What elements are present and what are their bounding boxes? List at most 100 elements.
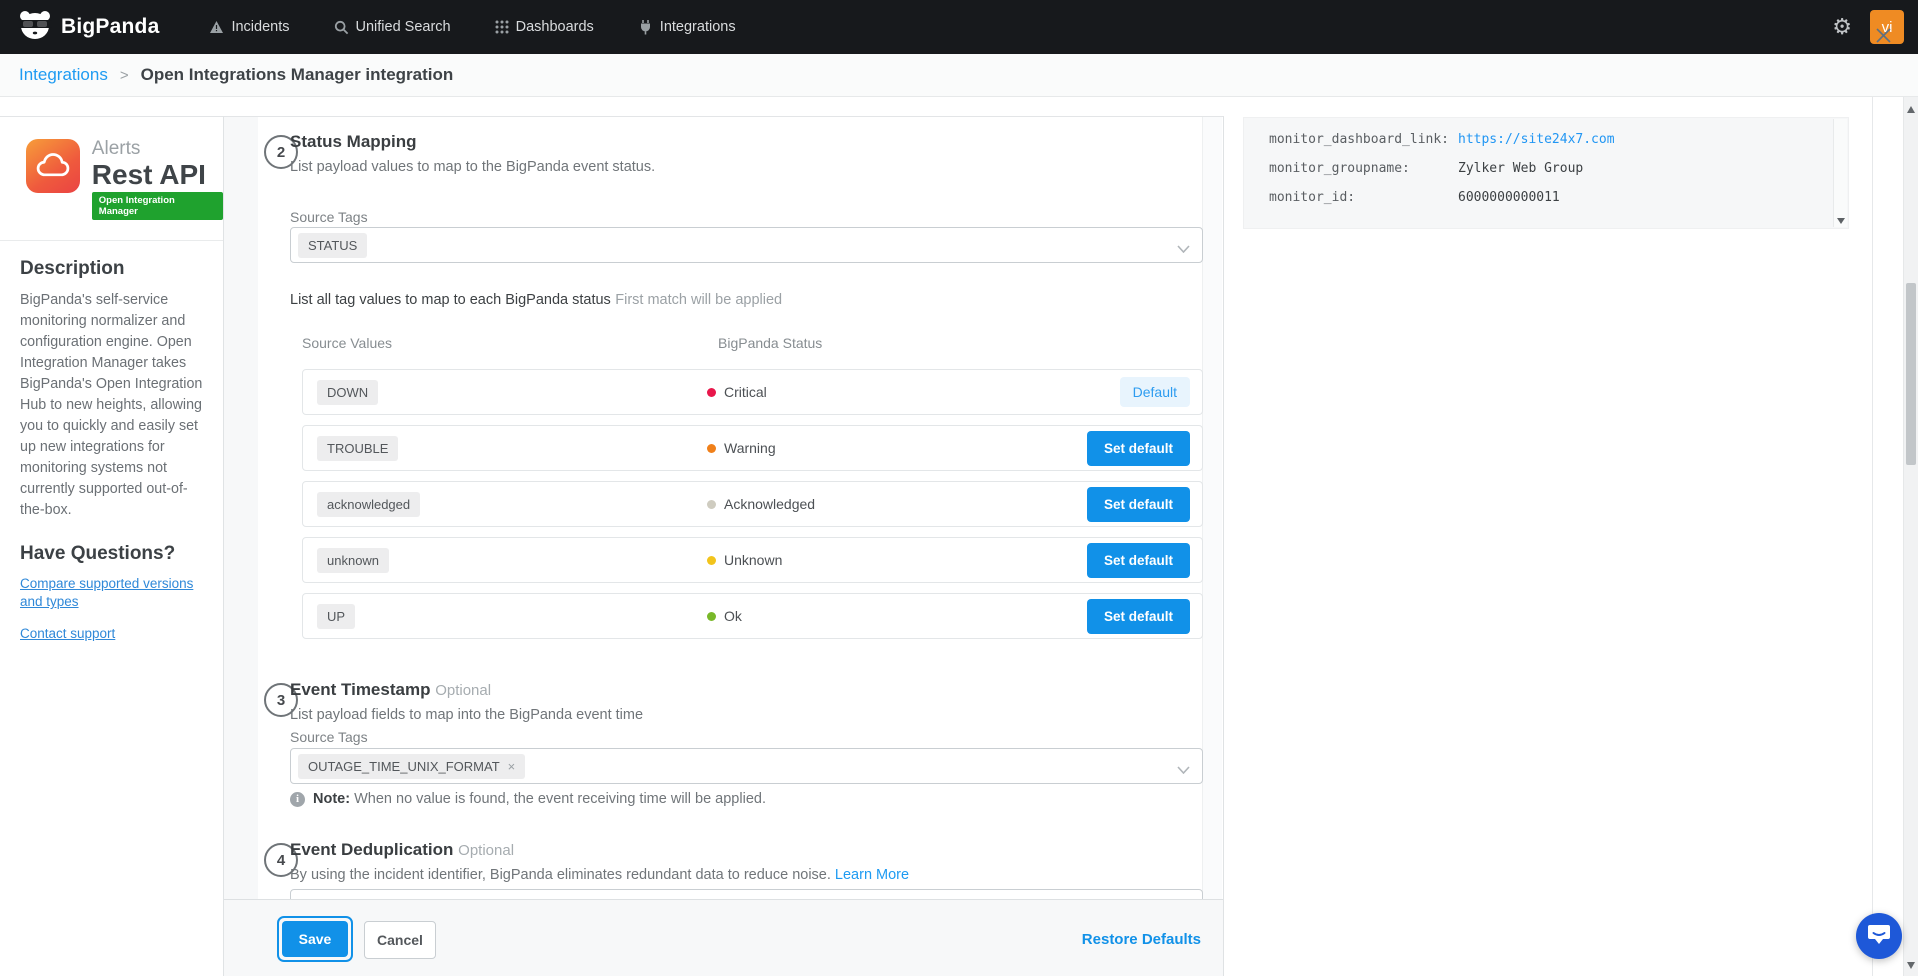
payload-value: Zylker Web Group bbox=[1458, 161, 1583, 176]
nav-item-label: Unified Search bbox=[356, 19, 451, 35]
status-dot bbox=[707, 556, 716, 565]
bigpanda-status-cell: Warning bbox=[707, 440, 776, 456]
grid-icon bbox=[495, 20, 509, 34]
logo-title: Rest API bbox=[92, 160, 223, 189]
col-source-values: Source Values bbox=[302, 335, 392, 351]
event-dedup-title: Event Deduplication Optional bbox=[290, 840, 514, 860]
status-mapping-row: acknowledged Acknowledged Set default bbox=[302, 481, 1203, 527]
gear-icon[interactable]: ⚙ bbox=[1832, 16, 1852, 38]
status-dot bbox=[707, 388, 716, 397]
status-label: Unknown bbox=[724, 552, 782, 568]
page-scrollbar[interactable] bbox=[1903, 97, 1918, 976]
restore-defaults-link[interactable]: Restore Defaults bbox=[1082, 931, 1201, 948]
brand-name: BigPanda bbox=[61, 15, 159, 39]
payload-value: 6000000000011 bbox=[1458, 190, 1560, 205]
source-value-chip[interactable]: unknown bbox=[317, 548, 389, 573]
payload-value-link[interactable]: https://site24x7.com bbox=[1458, 132, 1615, 147]
chevron-down-icon bbox=[1177, 761, 1190, 779]
timestamp-tag-chip[interactable]: OUTAGE_TIME_UNIX_FORMAT × bbox=[298, 754, 525, 779]
scroll-up-icon[interactable] bbox=[1907, 106, 1915, 113]
status-mapping-title: Status Mapping bbox=[290, 132, 417, 152]
set-default-button[interactable]: Set default bbox=[1087, 599, 1190, 634]
source-tags-label: Source Tags bbox=[290, 209, 368, 225]
default-badge[interactable]: Default bbox=[1120, 377, 1190, 407]
status-label: Acknowledged bbox=[724, 496, 815, 512]
set-default-button[interactable]: Set default bbox=[1087, 543, 1190, 578]
set-default-button[interactable]: Set default bbox=[1087, 487, 1190, 522]
optional-label: Optional bbox=[435, 682, 491, 699]
search-icon bbox=[334, 20, 349, 35]
event-timestamp-title: Event Timestamp Optional bbox=[290, 680, 491, 700]
nav-item-integrations[interactable]: Integrations bbox=[638, 19, 736, 35]
bigpanda-status-cell: Ok bbox=[707, 608, 742, 624]
panel-scroll-track[interactable] bbox=[1202, 117, 1222, 976]
event-dedup-subtitle: By using the incident identifier, BigPan… bbox=[290, 867, 909, 883]
payload-row: monitor_dashboard_link:https://site24x7.… bbox=[1269, 132, 1848, 147]
mapping-hint: List all tag values to map to each BigPa… bbox=[290, 291, 782, 309]
logo-kicker: Alerts bbox=[92, 139, 223, 160]
status-mapping-row: TROUBLE Warning Set default bbox=[302, 425, 1203, 471]
set-default-button[interactable]: Set default bbox=[1087, 431, 1190, 466]
status-tag-chip[interactable]: STATUS bbox=[298, 233, 367, 258]
logo-badge: Open Integration Manager bbox=[92, 192, 223, 220]
plug-icon bbox=[638, 19, 653, 35]
compare-versions-link[interactable]: Compare supported versions and types bbox=[20, 575, 203, 611]
status-source-tags-dropdown[interactable]: STATUS bbox=[290, 227, 1203, 263]
col-bigpanda-status: BigPanda Status bbox=[718, 335, 822, 351]
chevron-down-icon bbox=[1177, 240, 1190, 258]
payload-rows: monitor_dashboard_link:https://site24x7.… bbox=[1244, 118, 1848, 205]
info-icon: i bbox=[290, 792, 305, 807]
learn-more-link[interactable]: Learn More bbox=[835, 867, 909, 883]
nav-item-dashboards[interactable]: Dashboards bbox=[495, 19, 594, 35]
nav-item-unified-search[interactable]: Unified Search bbox=[334, 19, 451, 35]
source-value-chip[interactable]: UP bbox=[317, 604, 355, 629]
contact-support-link[interactable]: Contact support bbox=[20, 625, 203, 643]
chat-icon bbox=[1867, 923, 1891, 950]
mapping-column-headers: Source Values BigPanda Status bbox=[290, 335, 1203, 351]
timestamp-source-tags-dropdown[interactable]: OUTAGE_TIME_UNIX_FORMAT × bbox=[290, 748, 1203, 784]
status-dot bbox=[707, 612, 716, 621]
description-section: Description BigPanda's self-service moni… bbox=[0, 240, 223, 539]
cancel-button[interactable]: Cancel bbox=[364, 921, 436, 959]
page-title: Open Integrations Manager integration bbox=[141, 65, 454, 85]
breadcrumb-link-integrations[interactable]: Integrations bbox=[19, 65, 108, 85]
bigpanda-status-cell: Acknowledged bbox=[707, 496, 815, 512]
nav-item-label: Integrations bbox=[660, 19, 736, 35]
save-button[interactable]: Save bbox=[282, 921, 348, 957]
source-value-chip[interactable]: DOWN bbox=[317, 380, 378, 405]
scroll-down-icon[interactable] bbox=[1837, 218, 1845, 224]
payload-row: monitor_groupname:Zylker Web Group bbox=[1269, 161, 1848, 176]
payload-key: monitor_groupname: bbox=[1269, 161, 1458, 176]
status-dot bbox=[707, 500, 716, 509]
remove-tag-icon[interactable]: × bbox=[508, 759, 516, 774]
scrollbar-thumb[interactable] bbox=[1906, 283, 1916, 465]
description-text: BigPanda's self-service monitoring norma… bbox=[20, 290, 203, 521]
close-icon[interactable] bbox=[1875, 27, 1892, 49]
bigpanda-status-cell: Unknown bbox=[707, 552, 782, 568]
source-value-chip[interactable]: TROUBLE bbox=[317, 436, 398, 461]
status-mapping-row: UP Ok Set default bbox=[302, 593, 1203, 639]
sidebar: Alerts Rest API Open Integration Manager… bbox=[0, 116, 224, 976]
nav-items: Incidents Unified Search Dashboards Inte… bbox=[209, 19, 735, 35]
integration-logo: Alerts Rest API Open Integration Manager bbox=[0, 117, 223, 240]
event-timestamp-subtitle: List payload fields to map into the BigP… bbox=[290, 707, 643, 723]
payload-key: monitor_id: bbox=[1269, 190, 1458, 205]
nav-item-label: Incidents bbox=[231, 19, 289, 35]
content-divider bbox=[1872, 97, 1873, 976]
questions-section: Have Questions? Compare supported versio… bbox=[0, 539, 223, 675]
payload-scrollbar[interactable] bbox=[1833, 119, 1847, 227]
nav-right: ⚙ vi bbox=[1832, 10, 1904, 44]
timestamp-source-tags-label: Source Tags bbox=[290, 729, 368, 745]
warning-icon bbox=[209, 20, 224, 34]
chat-widget-button[interactable] bbox=[1856, 913, 1902, 959]
status-dot bbox=[707, 444, 716, 453]
panda-icon bbox=[18, 10, 52, 45]
scroll-down-icon[interactable] bbox=[1907, 962, 1915, 969]
nav-item-label: Dashboards bbox=[516, 19, 594, 35]
source-value-chip[interactable]: acknowledged bbox=[317, 492, 420, 517]
optional-label: Optional bbox=[458, 842, 514, 859]
bigpanda-logo[interactable]: BigPanda bbox=[18, 10, 159, 45]
questions-heading: Have Questions? bbox=[20, 543, 203, 565]
save-button-focus-ring: Save bbox=[277, 916, 353, 962]
nav-item-incidents[interactable]: Incidents bbox=[209, 19, 289, 35]
